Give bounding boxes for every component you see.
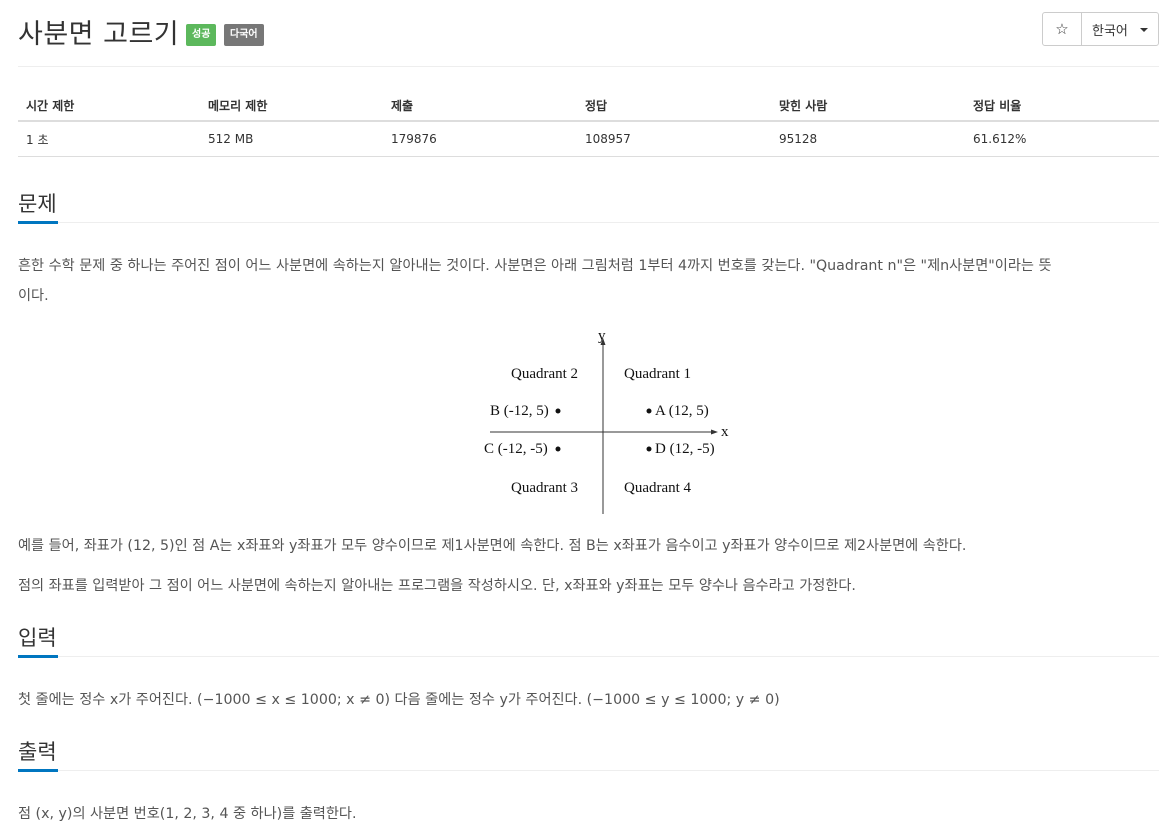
language-dropdown-label: 한국어 [1092, 23, 1128, 39]
problem-info-table: 시간 제한 메모리 제한 제출 정답 맞힌 사람 정답 비율 1 초 512 M… [18, 90, 1159, 157]
quadrant-diagram: y x Quadrant 2 Quadrant 1 Quadrant 3 Qua… [484, 328, 729, 514]
point-c-dot [555, 446, 561, 452]
info-value-row: 1 초 512 MB 179876 108957 95128 61.612% [18, 121, 1159, 157]
header-accepted: 정답 [577, 90, 771, 122]
heading-divider [18, 770, 1159, 771]
status-badge: 성공 [186, 24, 217, 46]
language-badge: 다국어 [224, 24, 264, 46]
point-d-label: D (12, -5) [655, 441, 715, 457]
header-accept-ratio: 정답 비율 [965, 90, 1159, 122]
output-section-heading: 출력 [18, 738, 1159, 772]
output-description: 점 (x, y)의 사분면 번호(1, 2, 3, 4 중 하나)를 출력한다. [18, 806, 357, 822]
solved-users-value: 95128 [771, 121, 965, 157]
memory-limit-value: 512 MB [200, 121, 383, 157]
title-divider [18, 66, 1159, 67]
heading-accent [18, 221, 58, 224]
submissions-value: 179876 [383, 121, 577, 157]
header-time-limit: 시간 제한 [18, 90, 200, 122]
header-solved-users: 맞힌 사람 [771, 90, 965, 122]
x-axis-arrow-icon [711, 429, 718, 435]
heading-accent [18, 655, 58, 658]
input-heading: 입력 [18, 626, 57, 650]
accepted-value: 108957 [577, 121, 771, 157]
quadrant-1-label: Quadrant 1 [624, 366, 691, 382]
time-limit-value: 1 초 [18, 121, 200, 157]
quadrant-figure: y x Quadrant 2 Quadrant 1 Quadrant 3 Qua… [458, 322, 748, 517]
y-axis-label: y [598, 328, 606, 344]
quadrant-2-label: Quadrant 2 [511, 366, 578, 382]
heading-accent [18, 769, 58, 772]
example-paragraph: 예를 들어, 좌표가 (12, 5)인 점 A는 x좌표와 y좌표가 모두 양수… [18, 538, 967, 554]
title-row: 사분면 고르기 성공 다국어 ☆ 한국어 [18, 10, 1159, 50]
star-icon: ☆ [1055, 20, 1069, 38]
title-button-group: ☆ 한국어 [1042, 12, 1159, 46]
problem-heading: 문제 [18, 192, 57, 216]
x-axis-label: x [721, 424, 729, 440]
point-b-label: B (-12, 5) [490, 403, 549, 419]
header-submissions: 제출 [383, 90, 577, 122]
problem-description-line1: 흔한 수학 문제 중 하나는 주어진 점이 어느 사분면에 속하는지 알아내는 … [18, 258, 1052, 274]
input-section-heading: 입력 [18, 624, 1159, 658]
quadrant-3-label: Quadrant 3 [511, 480, 578, 496]
star-button[interactable]: ☆ [1043, 13, 1082, 45]
input-description: 첫 줄에는 정수 x가 주어진다. (−1000 ≤ x ≤ 1000; x ≠… [18, 692, 780, 708]
caret-down-icon [1139, 28, 1148, 32]
heading-divider [18, 656, 1159, 657]
point-d-dot [646, 446, 652, 452]
point-c-label: C (-12, -5) [484, 441, 548, 457]
info-header-row: 시간 제한 메모리 제한 제출 정답 맞힌 사람 정답 비율 [18, 90, 1159, 122]
problem-description-line2: 이다. [18, 288, 49, 304]
point-b-dot [555, 408, 561, 414]
output-heading: 출력 [18, 740, 57, 764]
problem-section-heading: 문제 [18, 190, 1159, 224]
accept-ratio-value: 61.612% [965, 121, 1159, 157]
language-dropdown[interactable]: 한국어 [1082, 13, 1158, 45]
header-memory-limit: 메모리 제한 [200, 90, 383, 122]
heading-divider [18, 222, 1159, 223]
page-title: 사분면 고르기 [18, 19, 180, 50]
point-a-dot [646, 408, 652, 414]
point-a-label: A (12, 5) [655, 403, 709, 419]
task-paragraph: 점의 좌표를 입력받아 그 점이 어느 사분면에 속하는지 알아내는 프로그램을… [18, 578, 856, 594]
quadrant-4-label: Quadrant 4 [624, 480, 692, 496]
